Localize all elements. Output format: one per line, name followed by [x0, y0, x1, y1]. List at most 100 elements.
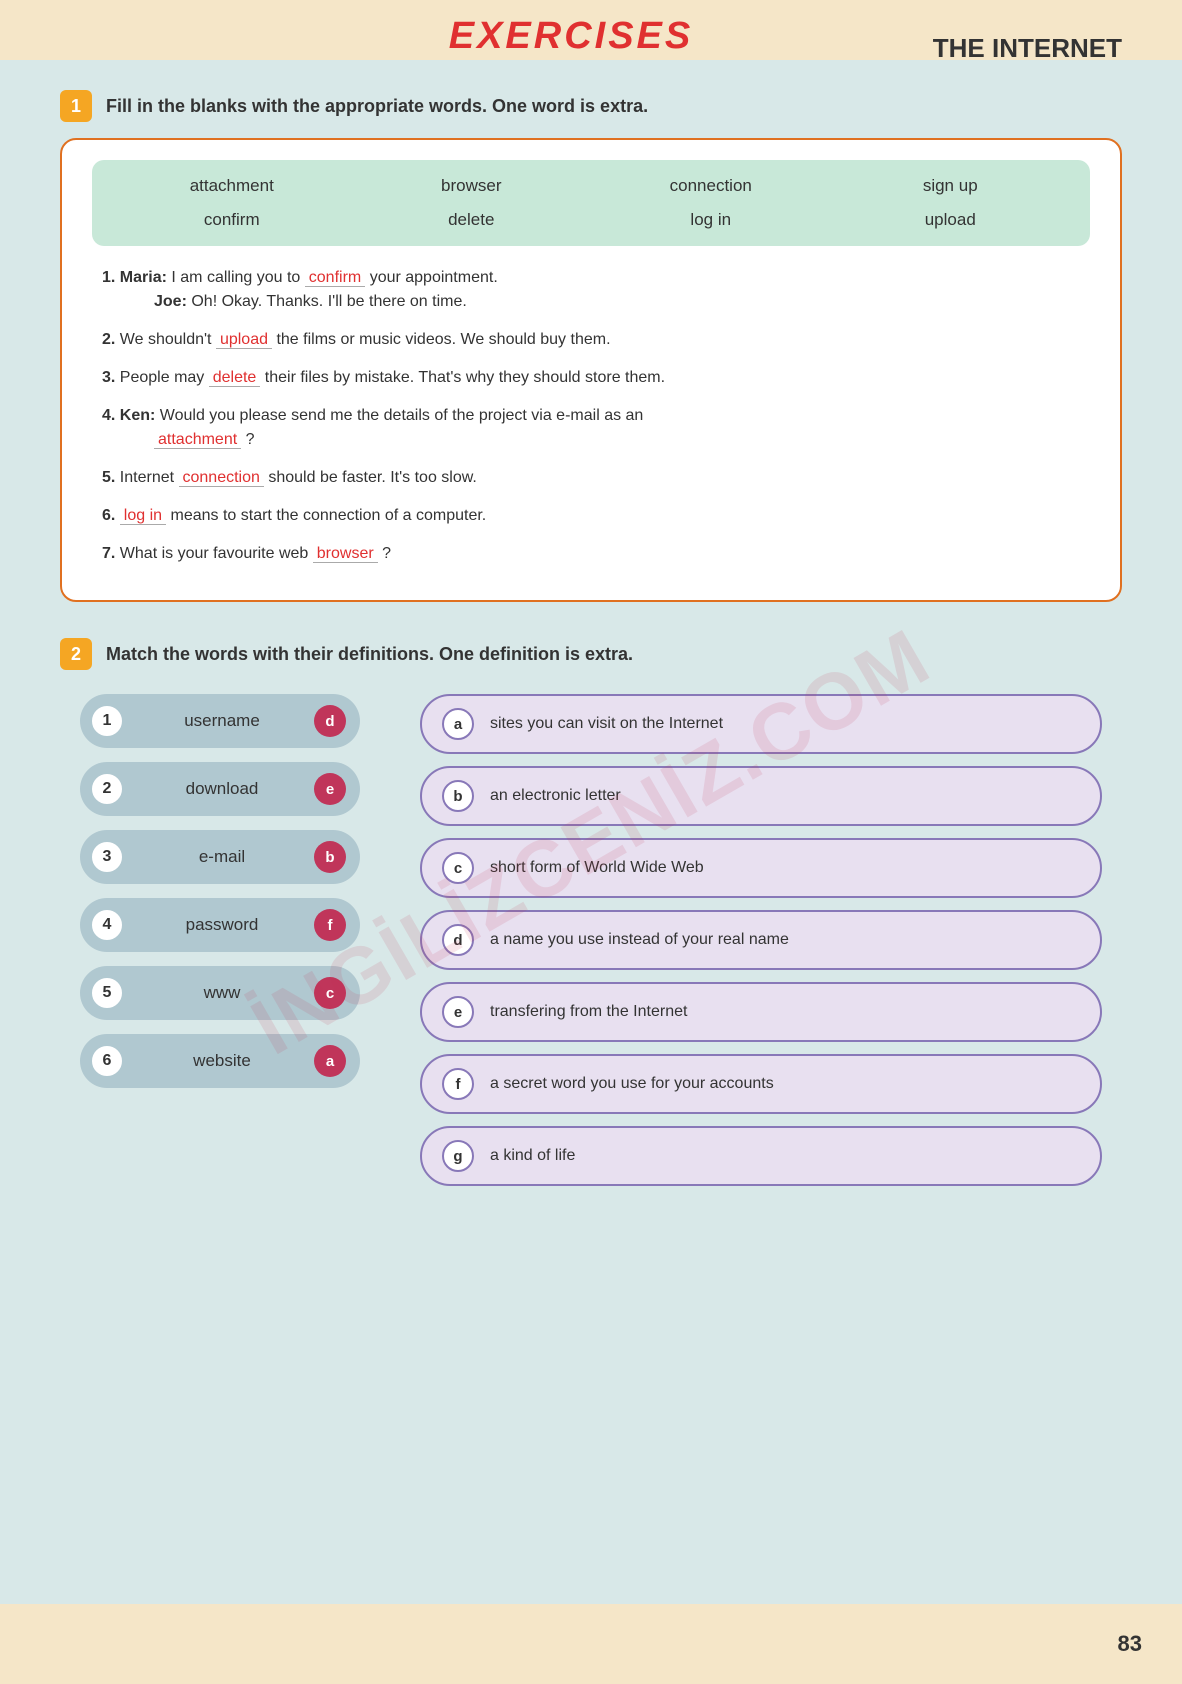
word-confirm: confirm [112, 210, 352, 230]
word-box-container: attachment browser connection sign up co… [60, 138, 1122, 602]
word-num-6: 6 [90, 1044, 124, 1078]
answer-bubble-1: d [314, 705, 346, 737]
section-1-header: 1 Fill in the blanks with the appropriat… [60, 90, 1122, 122]
matching-area: 1 username d 2 download e 3 e-mail b 4 p… [60, 694, 1122, 1186]
main-content: 1 Fill in the blanks with the appropriat… [60, 70, 1122, 1604]
exercise-1: 1. Maria: I am calling you to confirm yo… [102, 266, 1080, 314]
def-letter-a: a [442, 708, 474, 740]
exercise-3: 3. People may delete their files by mist… [102, 366, 1080, 390]
section-1-instruction: Fill in the blanks with the appropriate … [106, 96, 648, 117]
ex5-answer: connection [179, 469, 264, 487]
ex6-num: 6. [102, 507, 120, 524]
word-text-2: download [140, 779, 304, 799]
ex4-text1: Would you please send me the details of … [160, 407, 644, 424]
exercise-7: 7. What is your favourite web browser ? [102, 542, 1080, 566]
answer-bubble-2: e [314, 773, 346, 805]
def-item-d: d a name you use instead of your real na… [420, 910, 1102, 970]
word-attachment: attachment [112, 176, 352, 196]
ex1-text2: your appointment. [370, 269, 498, 286]
def-letter-c: c [442, 852, 474, 884]
ex1-speaker1: Maria: [120, 269, 172, 286]
def-item-e: e transfering from the Internet [420, 982, 1102, 1042]
ex2-answer: upload [216, 331, 272, 349]
ex5-text2: should be faster. It's too slow. [268, 469, 477, 486]
left-word-item-5: 5 www c [80, 966, 360, 1020]
ex3-answer: delete [209, 369, 261, 387]
ex7-text1: What is your favourite web [120, 545, 313, 562]
left-column: 1 username d 2 download e 3 e-mail b 4 p… [80, 694, 360, 1186]
ex4-num: 4. [102, 407, 120, 424]
word-signup: sign up [831, 176, 1071, 196]
section-1-number: 1 [60, 90, 92, 122]
section-2-number: 2 [60, 638, 92, 670]
ex6-answer: log in [120, 507, 166, 525]
bottom-bar: 83 [0, 1604, 1182, 1684]
def-item-f: f a secret word you use for your account… [420, 1054, 1102, 1114]
def-item-c: c short form of World Wide Web [420, 838, 1102, 898]
ex1-speaker2: Joe: Oh! Okay. Thanks. I'll be there on … [154, 293, 467, 310]
word-num-4: 4 [90, 908, 124, 942]
section-1: 1 Fill in the blanks with the appropriat… [60, 90, 1122, 602]
ex3-text2: their files by mistake. That's why they … [265, 369, 665, 386]
exercises-list: 1. Maria: I am calling you to confirm yo… [92, 266, 1090, 566]
section-2: 2 Match the words with their definitions… [60, 638, 1122, 1186]
ex4-text2: ? [246, 431, 255, 448]
right-column: a sites you can visit on the Internet b … [420, 694, 1102, 1186]
answer-bubble-6: a [314, 1045, 346, 1077]
word-num-1: 1 [90, 704, 124, 738]
def-letter-d: d [442, 924, 474, 956]
left-word-item-4: 4 password f [80, 898, 360, 952]
word-browser: browser [352, 176, 592, 196]
word-num-2: 2 [90, 772, 124, 806]
word-text-5: www [140, 983, 304, 1003]
exercise-4: 4. Ken: Would you please send me the det… [102, 404, 1080, 452]
left-word-item-6: 6 website a [80, 1034, 360, 1088]
exercise-2: 2. We shouldn't upload the films or musi… [102, 328, 1080, 352]
left-word-item-1: 1 username d [80, 694, 360, 748]
answer-bubble-3: b [314, 841, 346, 873]
ex2-num: 2. [102, 331, 120, 348]
page-header: EXERCISES THE INTERNET [0, 15, 1182, 58]
ex2-text1: We shouldn't [120, 331, 216, 348]
def-text-c: short form of World Wide Web [490, 859, 704, 877]
left-word-item-3: 3 e-mail b [80, 830, 360, 884]
def-text-f: a secret word you use for your accounts [490, 1075, 774, 1093]
ex7-answer: browser [313, 545, 378, 563]
ex2-text2: the films or music videos. We should buy… [276, 331, 610, 348]
ex6-text2: means to start the connection of a compu… [171, 507, 487, 524]
word-delete: delete [352, 210, 592, 230]
ex3-text1: People may [120, 369, 209, 386]
answer-bubble-4: f [314, 909, 346, 941]
def-letter-g: g [442, 1140, 474, 1172]
page-number: 83 [1118, 1631, 1142, 1657]
def-text-a: sites you can visit on the Internet [490, 715, 723, 733]
topic-title: THE INTERNET [933, 33, 1122, 64]
def-text-e: transfering from the Internet [490, 1003, 687, 1021]
ex7-num: 7. [102, 545, 120, 562]
ex7-text2: ? [382, 545, 391, 562]
ex1-answer: confirm [305, 269, 365, 287]
exercise-6: 6. log in means to start the connection … [102, 504, 1080, 528]
exercises-title: EXERCISES [449, 15, 694, 58]
exercise-5: 5. Internet connection should be faster.… [102, 466, 1080, 490]
word-num-5: 5 [90, 976, 124, 1010]
answer-bubble-5: c [314, 977, 346, 1009]
ex4-answer: attachment [154, 431, 241, 449]
def-item-a: a sites you can visit on the Internet [420, 694, 1102, 754]
def-text-g: a kind of life [490, 1147, 575, 1165]
word-login: log in [591, 210, 831, 230]
left-word-item-2: 2 download e [80, 762, 360, 816]
word-text-1: username [140, 711, 304, 731]
word-num-3: 3 [90, 840, 124, 874]
def-letter-b: b [442, 780, 474, 812]
ex1-text1: I am calling you to [171, 269, 304, 286]
def-letter-e: e [442, 996, 474, 1028]
def-item-g: g a kind of life [420, 1126, 1102, 1186]
word-upload: upload [831, 210, 1071, 230]
section-2-instruction: Match the words with their definitions. … [106, 644, 633, 665]
section-2-header: 2 Match the words with their definitions… [60, 638, 1122, 670]
def-text-b: an electronic letter [490, 787, 621, 805]
ex3-num: 3. [102, 369, 120, 386]
def-item-b: b an electronic letter [420, 766, 1102, 826]
word-connection: connection [591, 176, 831, 196]
